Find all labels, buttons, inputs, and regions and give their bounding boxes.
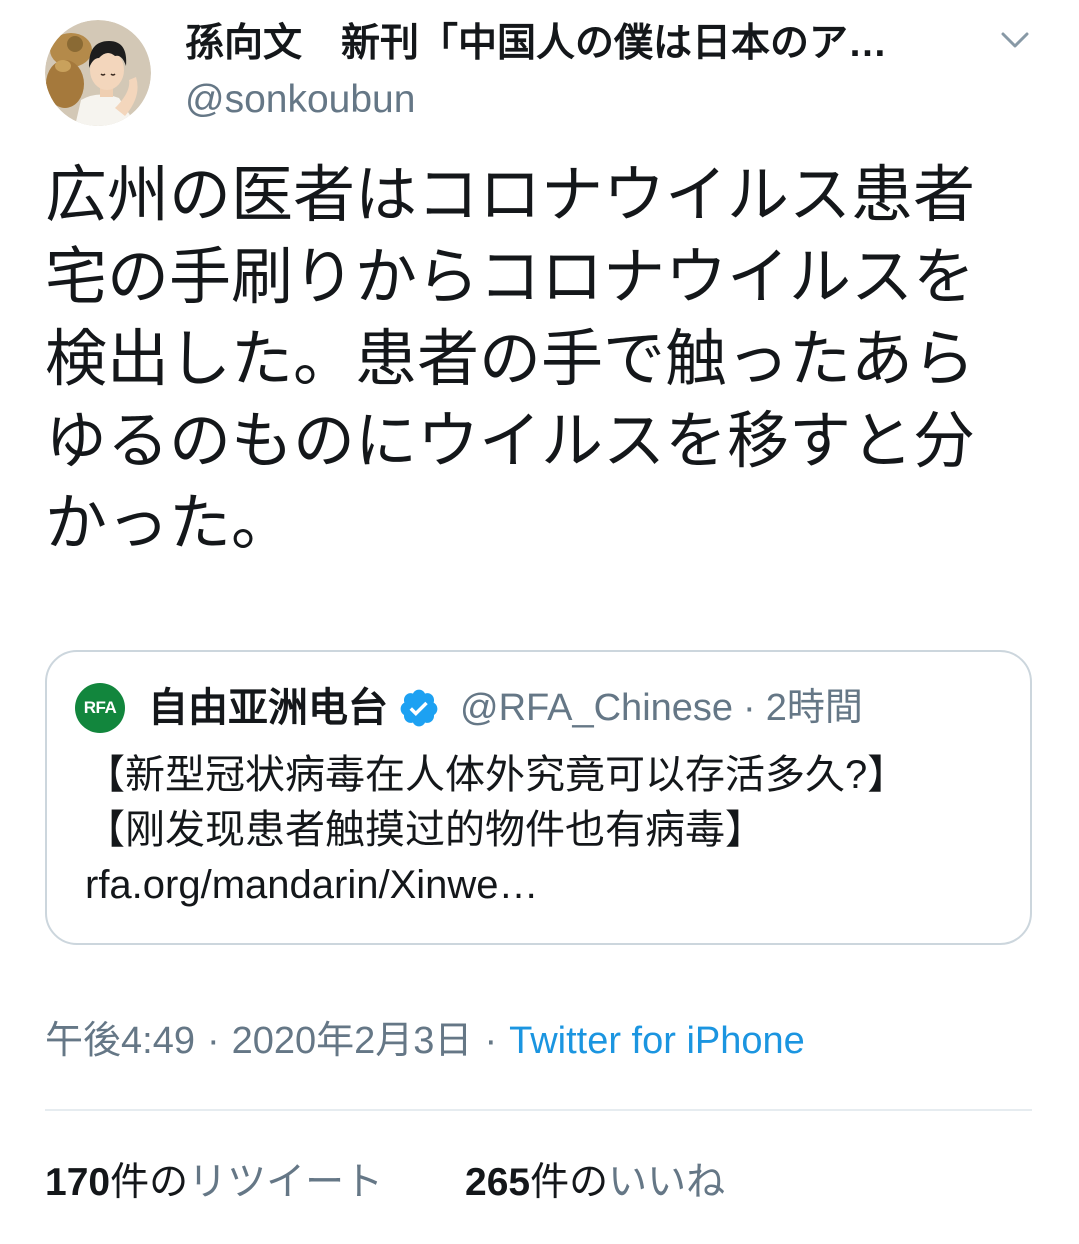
separator-dot: · (206, 1020, 220, 1062)
tweet-date: 2020年2月3日 (231, 1020, 473, 1062)
quoted-tweet-body: 【新型冠状病毒在人体外究竟可以存活多久?】 【刚发现患者触摸过的物件也有病毒】 … (85, 748, 1005, 913)
tweet-source-link[interactable]: Twitter for iPhone (509, 1020, 805, 1062)
quoted-text-line: 【新型冠状病毒在人体外究竟可以存活多久?】 (85, 753, 908, 797)
separator-dot: · (484, 1020, 498, 1062)
like-unit: 件の (530, 1161, 609, 1204)
like-count: 265 (465, 1161, 531, 1204)
tweet-time: 午後4:49 (45, 1020, 195, 1062)
avatar-illustration-icon (45, 20, 151, 126)
like-label: いいね (608, 1161, 726, 1204)
retweet-count: 170 (45, 1161, 111, 1204)
quoted-author-name: 自由亚洲电台 (148, 686, 388, 730)
quoted-tweet-card[interactable]: RFA 自由亚洲电台 @RFA_Chinese · 2時間 【新型冠状病毒在人体… (45, 650, 1032, 945)
like-count-stat[interactable]: 265件のいいね (465, 1157, 725, 1209)
divider (45, 1109, 1032, 1111)
quoted-tweet-header: RFA 自由亚洲电台 @RFA_Chinese · 2時間 (75, 680, 863, 736)
quoted-tweet-time: 2時間 (765, 687, 863, 729)
quoted-author-handle: @RFA_Chinese (460, 687, 734, 729)
retweet-label: リツイート (188, 1161, 384, 1204)
separator-dot: · (743, 687, 756, 729)
tweet-meta: 午後4:49 · 2020年2月3日 · Twitter for iPhone (45, 1015, 805, 1067)
rfa-logo-avatar: RFA (75, 683, 125, 733)
retweet-unit: 件の (110, 1161, 189, 1204)
chevron-down-icon[interactable] (998, 28, 1032, 52)
retweet-count-stat[interactable]: 170件のリツイート (45, 1157, 383, 1209)
author-display-name[interactable]: 孫向文 新刊「中国人の僕は日本のア… (185, 18, 975, 70)
quoted-link-line: rfa.org/mandarin/Xinwe… (85, 863, 539, 907)
tweet-text: 広州の医者はコロナウイルス患者宅の手刷りからコロナウイルスを検出した。患者の手で… (45, 161, 976, 558)
avatar[interactable] (45, 20, 151, 126)
quoted-text-line: 【刚发现患者触摸过的物件也有病毒】 (85, 808, 765, 852)
verified-badge-icon (398, 687, 440, 729)
author-handle[interactable]: @sonkoubun (185, 74, 415, 126)
